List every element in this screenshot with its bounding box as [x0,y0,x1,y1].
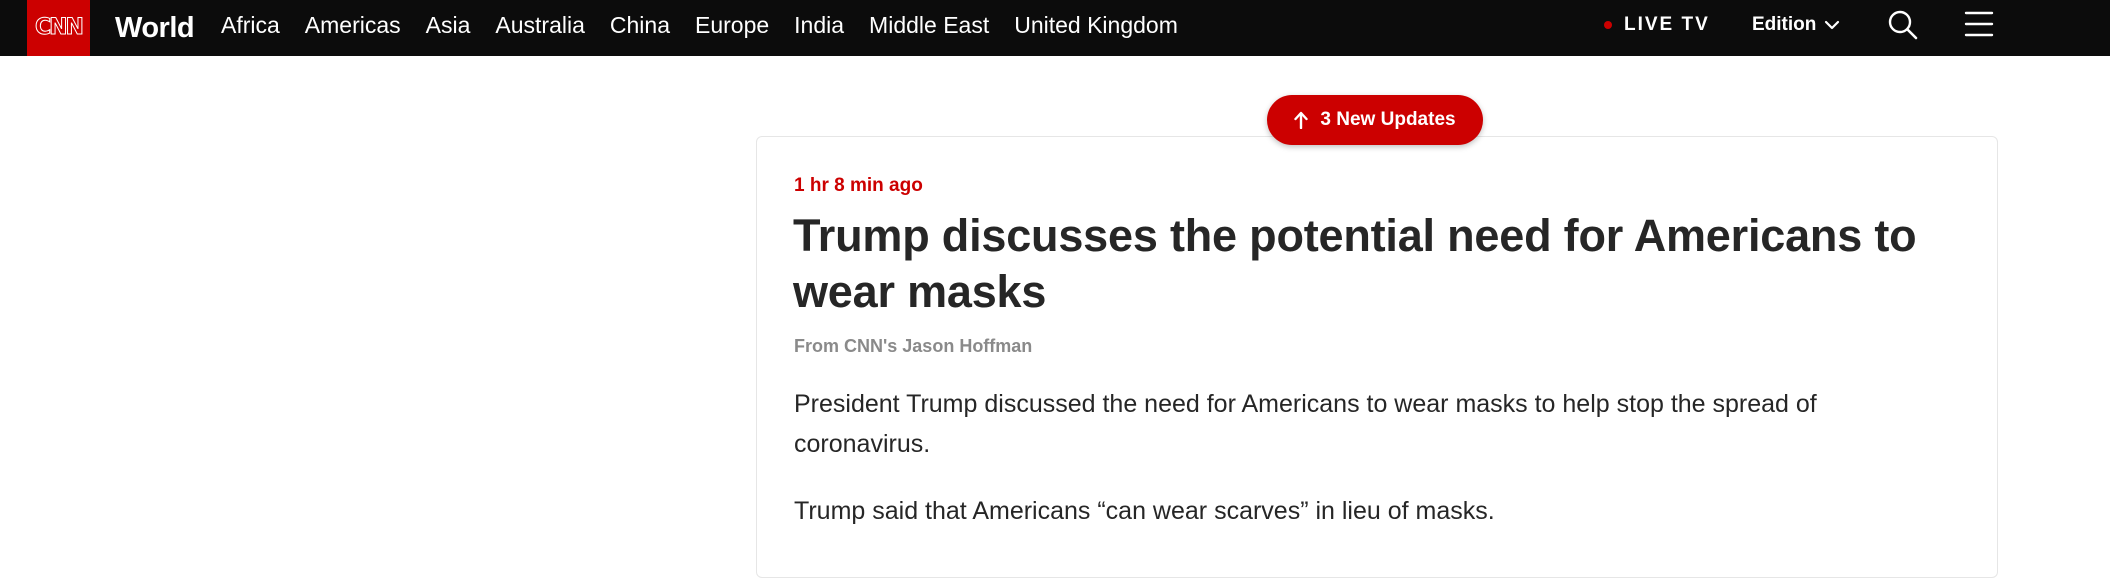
post-timestamp: 1 hr 8 min ago [794,175,923,196]
nav-item-united-kingdom[interactable]: United Kingdom [1014,12,1178,39]
live-dot-icon [1604,21,1612,29]
menu-button[interactable] [1964,9,1994,39]
top-navigation-bar: CNN World Africa Americas Asia Australia… [0,0,2110,56]
section-title-world[interactable]: World [115,8,195,48]
arrow-up-icon [1294,111,1309,129]
nav-item-australia[interactable]: Australia [495,12,584,39]
edition-dropdown[interactable]: Edition [1752,0,1840,50]
nav-item-americas[interactable]: Americas [305,12,401,39]
hamburger-menu-icon [1964,11,1994,37]
nav-item-middle-east[interactable]: Middle East [869,12,989,39]
section-nav: Africa Americas Asia Australia China Eur… [221,0,1203,50]
search-button[interactable] [1887,9,1919,41]
new-updates-label: 3 New Updates [1320,109,1456,130]
nav-item-africa[interactable]: Africa [221,12,280,39]
new-updates-button[interactable]: 3 New Updates [1267,95,1483,145]
live-tv-link[interactable]: LIVE TV [1604,0,1710,50]
nav-item-india[interactable]: India [794,12,844,39]
nav-item-europe[interactable]: Europe [695,12,769,39]
chevron-down-icon [1825,20,1840,30]
post-headline: Trump discusses the potential need for A… [793,210,1917,317]
nav-item-china[interactable]: China [610,12,670,39]
edition-label: Edition [1752,14,1817,35]
post-paragraph: Trump said that Americans “can wear scar… [794,497,1495,525]
search-icon [1888,10,1918,40]
nav-item-asia[interactable]: Asia [426,12,471,39]
post-byline: From CNN's Jason Hoffman [794,336,1033,356]
cnn-logo[interactable]: CNN [27,0,90,56]
post-paragraph: President Trump discussed the need for A… [794,390,1817,458]
logo-text: CNN [35,15,85,40]
live-tv-label: LIVE TV [1624,14,1710,35]
